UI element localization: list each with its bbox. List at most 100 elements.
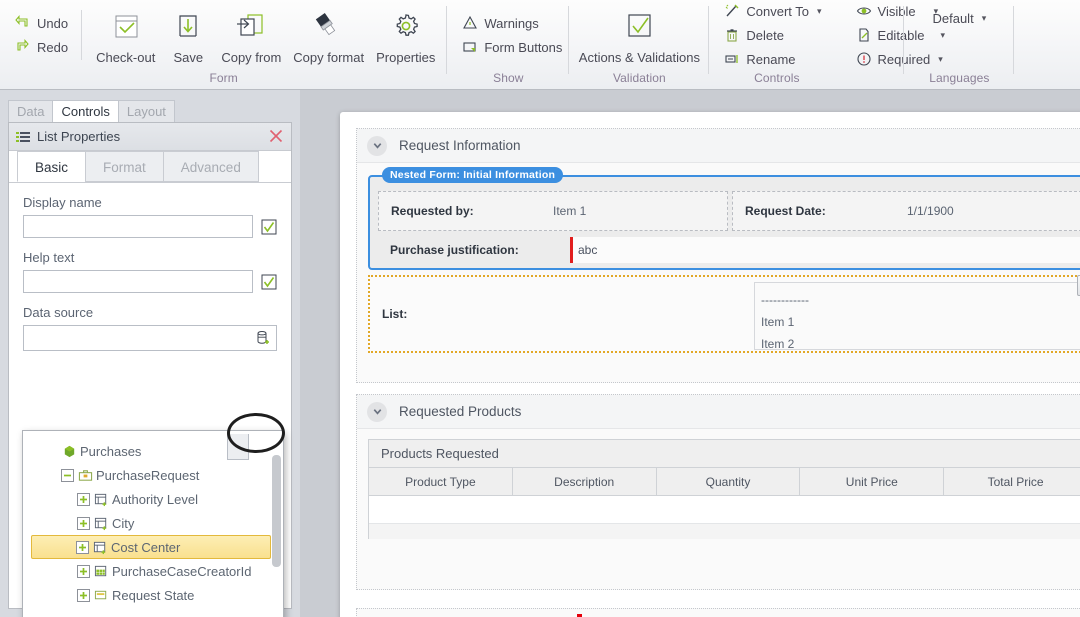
check-box-icon <box>621 10 657 48</box>
chevron-down-icon[interactable] <box>367 135 387 156</box>
section-request-information: Request Information Nested Form: Initial… <box>356 128 1080 383</box>
pane-splitter[interactable] <box>300 90 326 617</box>
subtab-basic[interactable]: Basic <box>17 151 87 182</box>
purchase-justification-input[interactable]: abc <box>570 237 1080 263</box>
warnings-button[interactable]: Warnings <box>459 13 565 34</box>
tab-layout[interactable]: Layout <box>117 100 175 122</box>
grid-column-header[interactable]: Quantity <box>657 468 801 495</box>
products-requested-grid[interactable]: Products Requested Product Type Descript… <box>368 439 1080 539</box>
check-out-icon <box>108 10 144 48</box>
plus-expander-icon[interactable] <box>77 564 90 578</box>
subtab-advanced[interactable]: Advanced <box>162 151 259 182</box>
default-language-label: Default <box>932 11 974 26</box>
left-properties-pane: Data Controls Layout List Properties Bas… <box>0 90 300 617</box>
tree-label: Purchases <box>80 443 142 459</box>
chevron-down-icon[interactable]: ▾ <box>817 6 822 16</box>
display-name-input[interactable] <box>23 215 253 238</box>
save-icon <box>170 10 206 48</box>
undo-icon <box>15 15 31 31</box>
database-add-icon[interactable] <box>250 326 276 350</box>
tree-vscroll-thumb[interactable] <box>272 455 281 567</box>
grid-footer-row <box>369 524 1080 539</box>
attribute-icon <box>94 516 109 531</box>
editable-page-icon <box>856 27 872 43</box>
help-text-label: Help text <box>23 250 75 265</box>
plus-expander-icon[interactable] <box>77 588 90 602</box>
list-control-items[interactable]: ------------ Item 1 Item 2 <box>754 275 1080 351</box>
redo-label: Redo <box>37 39 69 55</box>
tree-node-cost-center[interactable]: Cost Center <box>31 535 271 559</box>
tree-label: City <box>112 515 135 531</box>
copy-format-icon <box>311 10 347 48</box>
properties-button[interactable]: Properties <box>370 6 441 65</box>
nested-form-initial-information[interactable]: Nested Form: Initial Information Request… <box>368 167 1080 270</box>
tree-node-city[interactable]: City <box>33 511 271 535</box>
data-source-tree: Purchases PurchaseRequest Authority Leve… <box>23 439 271 617</box>
rename-button[interactable]: Rename <box>721 49 824 70</box>
requested-by-label: Requested by: <box>391 204 474 218</box>
nested-form-tag: Nested Form: Initial Information <box>382 167 564 183</box>
tree-node-authority-level[interactable]: Authority Level <box>33 487 271 511</box>
tree-label: Cost Center <box>111 539 181 555</box>
help-text-input[interactable] <box>23 270 253 293</box>
convert-to-label: Convert To <box>746 3 809 19</box>
chevron-down-icon[interactable]: ▾ <box>982 14 987 23</box>
list-control[interactable]: List: ------------ Item 1 Item 2 <box>368 275 1080 353</box>
close-icon[interactable] <box>268 128 284 144</box>
grid-column-header[interactable]: Total Price <box>944 468 1080 495</box>
display-name-check-icon[interactable] <box>261 219 277 235</box>
copy-format-button[interactable]: Copy format <box>287 6 370 65</box>
tree-node-purchasecasecreatorid[interactable]: PurchaseCaseCreatorId <box>33 559 271 583</box>
grid-column-header[interactable]: Product Type <box>369 468 513 495</box>
list-item[interactable]: Item 2 <box>761 333 1080 355</box>
warning-triangle-icon <box>462 15 478 31</box>
trash-icon <box>724 27 740 43</box>
delete-label: Delete <box>746 27 784 43</box>
package-icon <box>62 444 77 459</box>
form-buttons-button[interactable]: Form Buttons <box>459 37 565 58</box>
panel-header: List Properties <box>9 123 291 151</box>
field-purchase-justification[interactable]: Purchase justification: abc <box>378 235 1080 265</box>
form-buttons-icon <box>462 39 478 55</box>
grid-column-header[interactable]: Unit Price <box>800 468 945 495</box>
redo-button[interactable]: Redo <box>12 37 71 58</box>
undo-label: Undo <box>37 15 69 31</box>
help-text-check-icon[interactable] <box>261 274 277 290</box>
tree-node-purchaserequest[interactable]: PurchaseRequest <box>33 463 271 487</box>
tab-controls[interactable]: Controls <box>52 100 119 122</box>
properties-label: Properties <box>376 49 436 65</box>
plus-expander-icon[interactable] <box>76 540 89 554</box>
plus-expander-icon[interactable] <box>77 516 90 530</box>
save-button[interactable]: Save <box>161 6 215 65</box>
ribbon-group-controls: Convert To ▾ Delete Rename Visible ▾ Edi… <box>709 0 945 90</box>
field-request-date[interactable]: Request Date: 1/1/1900 <box>732 191 1080 231</box>
tree-node-request-state[interactable]: Request State <box>33 583 271 607</box>
check-out-button[interactable]: Check-out <box>90 6 161 65</box>
list-item[interactable]: ------------ <box>761 289 1080 311</box>
grid-column-header[interactable]: Description <box>513 468 657 495</box>
panel-tabstrip: Data Controls Layout <box>8 100 175 122</box>
save-label: Save <box>173 49 204 65</box>
chevron-down-icon[interactable] <box>367 401 387 422</box>
grid-header-row: Product Type Description Quantity Unit P… <box>369 468 1080 496</box>
tab-data[interactable]: Data <box>8 100 54 122</box>
subtab-format[interactable]: Format <box>85 151 164 182</box>
rename-label: Rename <box>746 51 796 67</box>
tree-vertical-scrollbar[interactable] <box>272 455 281 617</box>
data-source-input[interactable] <box>23 325 277 351</box>
convert-to-button[interactable]: Convert To ▾ <box>721 1 824 22</box>
default-language-button[interactable]: Default ▾ <box>929 8 989 29</box>
minus-expander-icon[interactable] <box>61 468 74 482</box>
undo-button[interactable]: Undo <box>12 13 71 34</box>
actions-and-validations-button[interactable]: Actions & Validations <box>575 6 703 65</box>
plus-expander-icon[interactable] <box>77 492 90 506</box>
section-title: Requested Products <box>399 404 522 419</box>
data-source-row <box>23 325 277 351</box>
copy-from-icon <box>233 10 269 48</box>
grid-empty-row[interactable] <box>369 496 1080 524</box>
delete-button[interactable]: Delete <box>721 25 824 46</box>
field-requested-by[interactable]: Requested by: Item 1 <box>378 191 728 231</box>
tree-label: PurchaseRequest <box>96 467 200 483</box>
copy-from-button[interactable]: Copy from <box>215 6 287 65</box>
list-item[interactable]: Item 1 <box>761 311 1080 333</box>
